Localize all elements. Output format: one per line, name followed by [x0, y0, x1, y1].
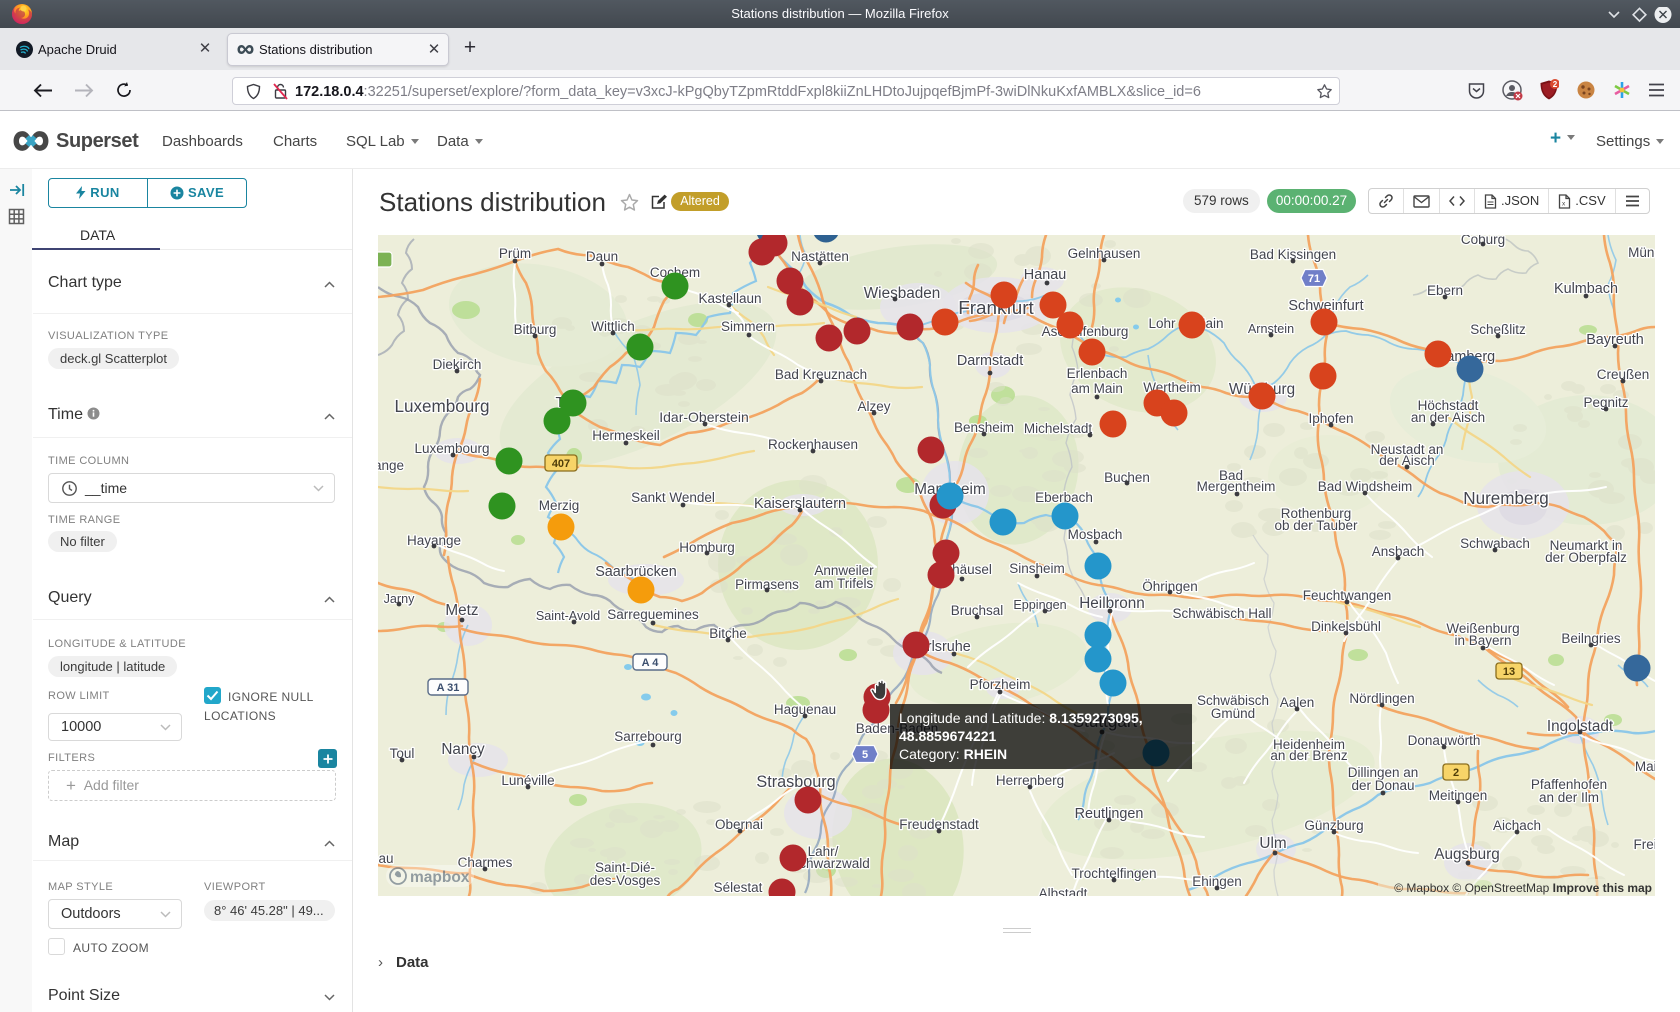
svg-text:Erlenbach: Erlenbach: [1067, 366, 1128, 381]
svg-text:Luxembourg: Luxembourg: [394, 397, 489, 416]
svg-text:Michelstadt: Michelstadt: [1024, 421, 1093, 436]
svg-text:Nuremberg: Nuremberg: [1463, 489, 1549, 508]
svg-text:Gmünd: Gmünd: [1211, 706, 1255, 721]
svg-text:13: 13: [1503, 666, 1515, 678]
svg-text:au: au: [378, 851, 393, 866]
svg-text:Augsburg: Augsburg: [1434, 846, 1499, 863]
svg-text:Ulm: Ulm: [1259, 835, 1286, 852]
svg-text:mapbox: mapbox: [410, 869, 470, 886]
svg-text:an der Aisch: an der Aisch: [1411, 410, 1485, 425]
svg-text:häusel: häusel: [952, 562, 992, 577]
svg-text:2: 2: [1553, 80, 1558, 89]
svg-text:Darmstadt: Darmstadt: [957, 353, 1023, 369]
svg-text:an der Brenz: an der Brenz: [1270, 748, 1348, 763]
svg-text:Sarrebourg: Sarrebourg: [614, 729, 682, 744]
svg-text:Heilbronn: Heilbronn: [1079, 595, 1144, 612]
svg-text:2: 2: [1453, 767, 1459, 779]
svg-text:Mergentheim: Mergentheim: [1197, 479, 1276, 494]
svg-text:der Oberpfalz: der Oberpfalz: [1545, 550, 1627, 565]
svg-text:ob der Tauber: ob der Tauber: [1274, 518, 1358, 533]
svg-text:Albstadt: Albstadt: [1039, 886, 1088, 896]
svg-text:Hanau: Hanau: [1024, 267, 1066, 283]
svg-text:am Trifels: am Trifels: [815, 576, 874, 591]
svg-text:Freisi: Freisi: [1634, 837, 1656, 852]
svg-text:5: 5: [862, 749, 868, 761]
svg-text:Mosbach: Mosbach: [1068, 527, 1123, 542]
svg-text:am Main: am Main: [1071, 381, 1123, 396]
svg-text:Münd: Münd: [1628, 245, 1655, 260]
svg-text:Strasbourg: Strasbourg: [756, 773, 835, 791]
svg-text:Merzig: Merzig: [539, 498, 580, 513]
svg-text:Schwäbisch Hall: Schwäbisch Hall: [1172, 606, 1271, 621]
svg-text:des-Vosges: des-Vosges: [590, 873, 661, 888]
svg-text:Simmern: Simmern: [721, 319, 775, 334]
svg-text:Eppingen: Eppingen: [1013, 598, 1066, 612]
svg-text:Sankt Wendel: Sankt Wendel: [631, 490, 715, 505]
svg-text:an der Ilm: an der Ilm: [1539, 790, 1599, 805]
svg-text:A 4: A 4: [642, 657, 660, 669]
svg-text:71: 71: [1308, 273, 1320, 285]
svg-text:x: x: [1562, 200, 1566, 207]
svg-text:Sélestat: Sélestat: [714, 880, 763, 895]
svg-text:Sarreguemines: Sarreguemines: [607, 607, 699, 622]
svg-text:A 31: A 31: [437, 682, 460, 694]
svg-text:Saint-Avold: Saint-Avold: [536, 609, 600, 623]
svg-text:Nancy: Nancy: [441, 741, 485, 758]
svg-text:Metz: Metz: [445, 602, 478, 619]
svg-text:© Mapbox © OpenStreetMap Impro: © Mapbox © OpenStreetMap Improve this ma…: [1394, 881, 1652, 895]
svg-text:ange: ange: [378, 458, 404, 473]
svg-text:Wiesbaden: Wiesbaden: [864, 285, 941, 302]
svg-text:Mair: Mair: [1635, 759, 1655, 774]
svg-text:Aschaffenburg: Aschaffenburg: [1042, 324, 1129, 339]
svg-text:407: 407: [552, 458, 570, 470]
